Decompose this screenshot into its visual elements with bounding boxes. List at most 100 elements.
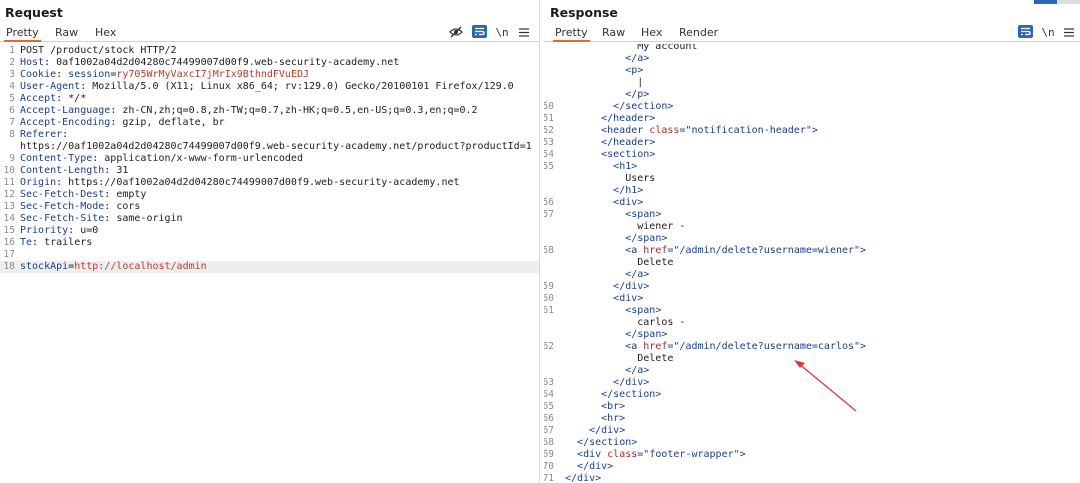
code-token: |	[637, 77, 644, 88]
request-line[interactable]: 7 Accept-Encoding: gzip, deflate, br	[0, 117, 539, 129]
response-line[interactable]: 55 <h1>	[544, 161, 1080, 173]
request-line[interactable]: 1 POST /product/stock HTTP/2	[0, 45, 539, 57]
response-line[interactable]: 65 <br>	[544, 401, 1080, 413]
request-tab-hex[interactable]: Hex	[93, 26, 118, 41]
window-scroll-indicator[interactable]	[1034, 0, 1080, 4]
request-line[interactable]: 16 Te: trailers	[0, 237, 539, 249]
response-tab-raw[interactable]: Raw	[600, 26, 627, 41]
code-token: Te	[20, 237, 33, 248]
request-tab-pretty[interactable]: Pretty	[4, 26, 41, 42]
response-line[interactable]: 64 </section>	[544, 389, 1080, 401]
response-line[interactable]: 50 </section>	[544, 101, 1080, 113]
request-tab-raw[interactable]: Raw	[53, 26, 80, 41]
code-token: Content-Type	[20, 153, 93, 164]
response-line[interactable]: 66 <hr>	[544, 413, 1080, 425]
request-line[interactable]: https://0af1002a04d2d04280c74499007d00f9…	[0, 141, 539, 153]
line-number: 55	[544, 161, 554, 172]
response-tab-hex[interactable]: Hex	[639, 26, 664, 41]
hide-nonprintable-icon[interactable]	[448, 25, 464, 39]
response-line[interactable]: 71 </div>	[544, 473, 1080, 483]
menu-icon[interactable]	[518, 25, 530, 39]
response-line[interactable]: </a>	[544, 365, 1080, 377]
line-number: 8	[9, 129, 15, 140]
request-line[interactable]: 17	[0, 249, 539, 261]
word-wrap-icon[interactable]	[472, 25, 487, 38]
line-number: 17	[3, 249, 15, 260]
response-line[interactable]: 69 <div class="footer-wrapper">	[544, 449, 1080, 461]
line-number: 60	[544, 293, 554, 304]
request-line[interactable]: 2 Host: 0af1002a04d2d04280c74499007d00f9.…	[0, 57, 539, 69]
response-line[interactable]: 54 <section>	[544, 149, 1080, 161]
line-code: </div>	[565, 473, 601, 483]
menu-icon[interactable]	[1063, 25, 1075, 39]
request-line[interactable]: 8 Referer:	[0, 129, 539, 141]
request-line[interactable]: 13 Sec-Fetch-Mode: cors	[0, 201, 539, 213]
code-token: <hr>	[601, 413, 626, 424]
request-line[interactable]: 10 Content-Length: 31	[0, 165, 539, 177]
response-line[interactable]: 67 </div>	[544, 425, 1080, 437]
line-code: Cookie: session=ry705WrMyVaxcI7jMrIx9Bth…	[20, 69, 309, 81]
newline-toggle-icon[interactable]: \n	[495, 25, 509, 39]
response-tab-pretty[interactable]: Pretty	[553, 26, 590, 42]
request-line[interactable]: 11 Origin: https://0af1002a04d2d04280c744…	[0, 177, 539, 189]
response-line[interactable]: 70 </div>	[544, 461, 1080, 473]
response-line[interactable]: 61 <span>	[544, 305, 1080, 317]
request-line[interactable]: 15 Priority: u=0	[0, 225, 539, 237]
code-token: >	[811, 125, 818, 136]
response-tab-render[interactable]: Render	[677, 26, 720, 41]
response-line[interactable]: 68 </section>	[544, 437, 1080, 449]
code-token: "/admin/delete?username=wiener"	[673, 245, 861, 256]
code-token: </div>	[565, 473, 602, 483]
response-line[interactable]: </a>	[544, 53, 1080, 65]
response-line[interactable]: 57 <span>	[544, 209, 1080, 221]
request-title: Request	[5, 5, 63, 20]
response-line[interactable]: 51 </header>	[544, 113, 1080, 125]
response-line[interactable]: carlos -	[544, 317, 1080, 329]
newline-toggle-icon[interactable]: \n	[1041, 25, 1055, 39]
request-line[interactable]: 4 User-Agent: Mozilla/5.0 (X11; Linux x86…	[0, 81, 539, 93]
response-line[interactable]: Delete	[544, 353, 1080, 365]
response-editor[interactable]: My account </a> <p> | </p> 50 </section> 5…	[544, 44, 1080, 483]
response-line[interactable]: </span>	[544, 329, 1080, 341]
response-line[interactable]: </h1>	[544, 185, 1080, 197]
response-line[interactable]: 52 <header class="notification-header">	[544, 125, 1080, 137]
response-line[interactable]: <p>	[544, 65, 1080, 77]
response-line[interactable]: Delete	[544, 257, 1080, 269]
response-line[interactable]: 56 <div>	[544, 197, 1080, 209]
request-line[interactable]: 5 Accept: */*	[0, 93, 539, 105]
request-line[interactable]: 14 Sec-Fetch-Site: same-origin	[0, 213, 539, 225]
line-number: 9	[9, 153, 15, 164]
request-line[interactable]: 18 stockApi=http://localhost/admin	[0, 261, 539, 273]
response-line[interactable]: 60 <div>	[544, 293, 1080, 305]
line-code: Sec-Fetch-Mode: cors	[20, 201, 140, 213]
request-line[interactable]: 12 Sec-Fetch-Dest: empty	[0, 189, 539, 201]
response-line[interactable]: wiener -	[544, 221, 1080, 233]
line-code: </p>	[565, 89, 649, 101]
response-line[interactable]: Users	[544, 173, 1080, 185]
response-line[interactable]: 53 </header>	[544, 137, 1080, 149]
line-code: Accept-Language: zh-CN,zh;q=0.8,zh-TW;q=…	[20, 105, 478, 117]
word-wrap-icon[interactable]	[1018, 25, 1033, 38]
response-line[interactable]: |	[544, 77, 1080, 89]
response-line[interactable]: </span>	[544, 233, 1080, 245]
response-line[interactable]: </p>	[544, 89, 1080, 101]
line-number: 13	[3, 201, 15, 212]
request-line[interactable]: 9 Content-Type: application/x-www-form-ur…	[0, 153, 539, 165]
request-line[interactable]: 6 Accept-Language: zh-CN,zh;q=0.8,zh-TW;q…	[0, 105, 539, 117]
response-line[interactable]: 58 <a href="/admin/delete?username=wiene…	[544, 245, 1080, 257]
line-code: </a>	[565, 269, 649, 281]
line-code: |	[565, 77, 643, 89]
request-editor[interactable]: 1 POST /product/stock HTTP/2 2 Host: 0af100…	[0, 44, 539, 483]
response-line[interactable]: 63 </div>	[544, 377, 1080, 389]
code-token: "notification-header"	[685, 125, 812, 136]
response-line[interactable]: My account	[544, 44, 1080, 53]
response-line[interactable]: 62 <a href="/admin/delete?username=carlo…	[544, 341, 1080, 353]
response-line[interactable]: </a>	[544, 269, 1080, 281]
response-line[interactable]: 59 </div>	[544, 281, 1080, 293]
request-line[interactable]: 3 Cookie: session=ry705WrMyVaxcI7jMrIx9Bt…	[0, 69, 539, 81]
